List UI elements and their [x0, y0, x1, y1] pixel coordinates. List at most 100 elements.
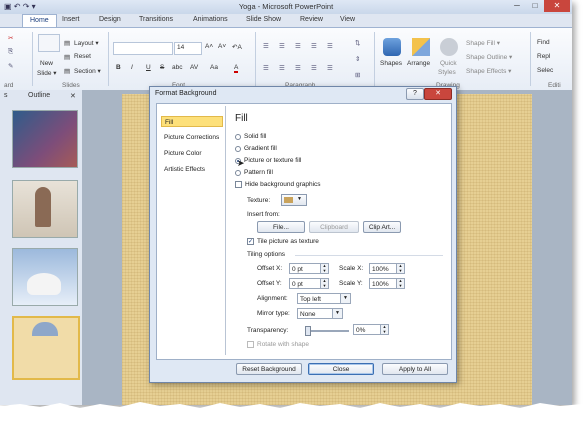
shadow-button[interactable]: abc [172, 64, 182, 71]
offset-x-spinner[interactable]: ▲ ▼ [320, 263, 328, 273]
align-left-icon[interactable]: ☰ [263, 64, 269, 72]
replace-button[interactable]: Repl [537, 53, 550, 60]
arrange-icon[interactable] [412, 38, 430, 56]
font-color-button[interactable]: A [234, 64, 239, 73]
justify-icon[interactable]: ☰ [311, 64, 317, 72]
character-spacing-button[interactable]: AV [190, 64, 198, 71]
file-button[interactable]: File... [257, 221, 305, 233]
shape-effects-button[interactable]: Shape Effects ▾ [466, 67, 511, 75]
mirror-type-select[interactable]: None ▼ [297, 308, 343, 319]
nav-picture-color[interactable]: Picture Color [161, 148, 223, 159]
align-right-icon[interactable]: ☰ [295, 64, 301, 72]
pattern-fill-radio[interactable] [235, 169, 241, 176]
new-slide-button[interactable]: New [40, 60, 53, 67]
shape-fill-button[interactable]: Shape Fill ▾ [466, 39, 500, 47]
maximize-button[interactable]: □ [526, 0, 544, 12]
change-case-button[interactable]: Aa [210, 64, 218, 71]
transparency-spinner[interactable]: ▲ ▼ [380, 324, 388, 334]
columns-icon[interactable]: ☰ [327, 64, 333, 72]
quick-styles-button-line2[interactable]: Styles [438, 69, 456, 76]
tile-checkbox[interactable]: ✓ [247, 238, 254, 245]
shrink-font-button[interactable]: A˅ [218, 43, 226, 50]
solid-fill-option[interactable]: Solid fill [235, 133, 266, 140]
close-window-button[interactable]: ✕ [544, 0, 570, 12]
clip-art-button[interactable]: Clip Art... [363, 221, 401, 233]
new-slide-dropdown[interactable]: Slide ▾ [37, 69, 57, 77]
center-icon[interactable]: ☰ [279, 64, 285, 72]
select-button[interactable]: Selec [537, 67, 553, 74]
rotate-with-shape-option[interactable]: Rotate with shape [247, 341, 309, 348]
find-button[interactable]: Find [537, 39, 550, 46]
tab-insert[interactable]: Insert [62, 16, 80, 23]
slide-thumbnail[interactable] [12, 180, 78, 238]
format-painter-icon[interactable]: ✎ [8, 62, 13, 70]
alignment-select[interactable]: Top left ▼ [297, 293, 351, 304]
strikethrough-button[interactable]: S [160, 64, 164, 71]
help-button[interactable]: ? [406, 88, 424, 100]
align-text-icon[interactable]: ⇕ [355, 55, 360, 63]
rotate-with-shape-checkbox[interactable] [247, 341, 254, 348]
slide-thumbnail[interactable] [12, 110, 78, 168]
clipboard-button[interactable]: Clipboard [309, 221, 359, 233]
pattern-fill-option[interactable]: Pattern fill [235, 169, 273, 176]
scale-x-input[interactable]: 100% ▲ ▼ [369, 263, 405, 274]
hide-graphics-checkbox[interactable] [235, 181, 242, 188]
tile-option[interactable]: ✓ Tile picture as texture [247, 238, 319, 245]
line-spacing-icon[interactable]: ☰ [327, 42, 333, 50]
tab-review[interactable]: Review [300, 16, 323, 23]
hide-graphics-option[interactable]: Hide background graphics [235, 181, 321, 188]
scale-y-input[interactable]: 100% ▲ ▼ [369, 278, 405, 289]
text-direction-icon[interactable]: ⇅ [355, 39, 360, 47]
nav-fill[interactable]: Fill [161, 116, 223, 127]
transparency-slider[interactable] [305, 330, 349, 332]
gradient-fill-option[interactable]: Gradient fill [235, 145, 277, 152]
slide-thumbnail[interactable] [12, 248, 78, 306]
layout-button[interactable]: Layout ▾ [74, 39, 99, 47]
tab-home[interactable]: Home [22, 14, 57, 27]
tab-design[interactable]: Design [99, 16, 121, 23]
arrange-button[interactable]: Arrange [407, 60, 430, 67]
increase-indent-icon[interactable]: ☰ [311, 42, 317, 50]
numbering-icon[interactable]: ☰ [279, 42, 285, 50]
minimize-button[interactable]: ─ [508, 0, 526, 12]
bullets-icon[interactable]: ☰ [263, 42, 269, 50]
solid-fill-radio[interactable] [235, 133, 241, 140]
copy-icon[interactable]: ⎘ [8, 48, 13, 56]
underline-button[interactable]: U [146, 64, 151, 71]
grow-font-button[interactable]: A˄ [205, 43, 213, 50]
tab-outline[interactable]: Outline [28, 92, 50, 99]
new-slide-icon[interactable] [38, 34, 60, 52]
transparency-slider-handle[interactable] [305, 326, 311, 336]
reset-background-button[interactable]: Reset Background [236, 363, 302, 375]
italic-button[interactable]: I [131, 64, 133, 71]
offset-y-input[interactable]: 0 pt ▲ ▼ [289, 278, 329, 289]
dialog-close-icon[interactable]: ✕ [424, 88, 452, 100]
shapes-icon[interactable] [383, 38, 401, 56]
section-button[interactable]: Section ▾ [74, 67, 101, 75]
cut-icon[interactable]: ✂ [8, 34, 13, 42]
tab-slide-show[interactable]: Slide Show [246, 16, 281, 23]
close-button[interactable]: Close [308, 363, 374, 375]
font-size-field[interactable]: 14 [174, 42, 202, 55]
decrease-indent-icon[interactable]: ☰ [295, 42, 301, 50]
tab-transitions[interactable]: Transitions [139, 16, 173, 23]
font-name-field[interactable] [113, 42, 173, 55]
gradient-fill-radio[interactable] [235, 145, 241, 152]
apply-to-all-button[interactable]: Apply to All [382, 363, 448, 375]
offset-x-input[interactable]: 0 pt ▲ ▼ [289, 263, 329, 274]
chevron-down-icon[interactable]: ▼ [340, 294, 350, 303]
smartart-icon[interactable]: ⊞ [355, 71, 360, 79]
close-pane-icon[interactable]: ✕ [70, 92, 76, 100]
tab-slides[interactable]: s [4, 92, 8, 99]
chevron-down-icon[interactable]: ▼ [332, 309, 342, 318]
quick-styles-icon[interactable] [440, 38, 458, 56]
nav-picture-corrections[interactable]: Picture Corrections [161, 132, 223, 143]
clear-formatting-button[interactable]: ↶A [232, 43, 242, 51]
tab-view[interactable]: View [340, 16, 355, 23]
shape-outline-button[interactable]: Shape Outline ▾ [466, 53, 512, 61]
offset-y-spinner[interactable]: ▲ ▼ [320, 278, 328, 288]
reset-button[interactable]: Reset [74, 53, 91, 60]
slide-thumbnail-selected[interactable] [12, 316, 80, 380]
scale-y-spinner[interactable]: ▲ ▼ [396, 278, 404, 288]
quick-styles-button[interactable]: Quick [440, 60, 457, 67]
